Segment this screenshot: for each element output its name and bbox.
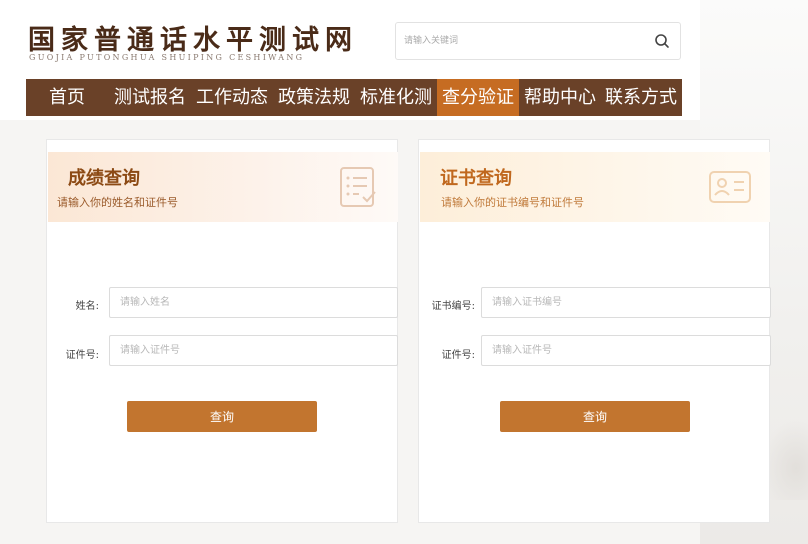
nav-item-help[interactable]: 帮助中心 xyxy=(520,79,600,116)
cert-id-number-input[interactable] xyxy=(481,335,771,366)
cert-query-card: 证书查询 请输入你的证书编号和证件号 证书编号: 证件号: 查询 xyxy=(418,139,771,523)
score-query-button[interactable]: 查询 xyxy=(127,401,317,432)
score-query-header: 成绩查询 请输入你的姓名和证件号 xyxy=(48,152,398,222)
cert-query-subtitle: 请输入你的证书编号和证件号 xyxy=(441,196,584,209)
site-logo-title[interactable]: 国家普通话水平测试网 xyxy=(28,18,358,57)
cert-query-button[interactable]: 查询 xyxy=(500,401,690,432)
search-box xyxy=(395,22,681,60)
main-nav: 首页 测试报名 工作动态 政策法规 标准化测 查分验证 帮助中心 联系方式 xyxy=(26,79,682,116)
nav-item-standard-test[interactable]: 标准化测 xyxy=(356,79,436,116)
cert-query-header: 证书查询 请输入你的证书编号和证件号 xyxy=(420,152,770,222)
id-number-label: 证件号: xyxy=(65,350,99,361)
nav-item-news[interactable]: 工作动态 xyxy=(192,79,272,116)
site-logo-subtitle: GUOJIA PUTONGHUA SHUIPING CESHIWANG xyxy=(29,53,305,62)
checklist-document-icon xyxy=(339,166,379,212)
search-input[interactable] xyxy=(404,32,634,50)
cert-number-label: 证书编号: xyxy=(431,301,475,312)
cert-query-title: 证书查询 xyxy=(440,168,512,189)
cert-number-input[interactable] xyxy=(481,287,771,318)
cert-id-number-label: 证件号: xyxy=(441,350,475,361)
search-icon[interactable] xyxy=(654,33,670,49)
name-label: 姓名: xyxy=(75,301,99,312)
id-number-input[interactable] xyxy=(109,335,398,366)
nav-item-home[interactable]: 首页 xyxy=(34,79,100,116)
nav-item-contact[interactable]: 联系方式 xyxy=(601,79,681,116)
score-query-subtitle: 请输入你的姓名和证件号 xyxy=(57,196,178,209)
nav-item-policy[interactable]: 政策法规 xyxy=(274,79,354,116)
nav-item-registration[interactable]: 测试报名 xyxy=(110,79,190,116)
name-input[interactable] xyxy=(109,287,398,318)
id-card-icon xyxy=(708,170,752,208)
nav-item-score-verify[interactable]: 查分验证 xyxy=(437,79,519,116)
score-query-card: 成绩查询 请输入你的姓名和证件号 姓名: 证件号: 查询 xyxy=(46,139,398,523)
score-query-title: 成绩查询 xyxy=(68,168,140,189)
